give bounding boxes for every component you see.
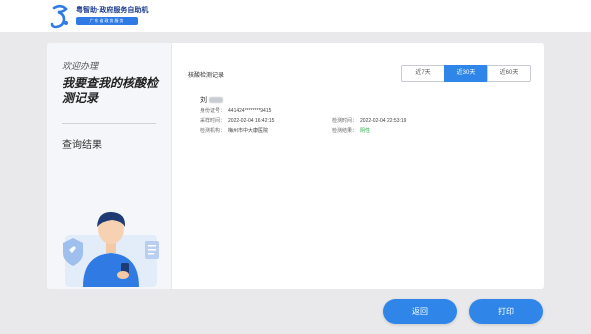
date-range-filter: 近7天 近30天 近60天	[401, 65, 531, 82]
sidebar: 欢迎办理 我要查我的核酸检测记录 查询结果	[47, 43, 172, 289]
sample-time-row: 采样时间： 2022-02-04 16:42:15	[200, 117, 274, 124]
org-label: 检测机构：	[200, 128, 226, 134]
result-label: 检测结果：	[332, 128, 358, 134]
test-record: 刘 身份证号： 441424********9415 采样时间： 2022-02-0…	[200, 95, 520, 155]
id-row: 身份证号： 441424********9415	[200, 107, 271, 114]
record-name-text: 刘	[200, 97, 207, 104]
brand-logo-icon	[50, 4, 68, 29]
top-bar: 粤智助·政府服务自助机 广东省政务服务	[0, 0, 591, 32]
sample-time-value: 2022-02-04 16:42:15	[228, 118, 275, 124]
org-value: 梅州市中大康医院	[228, 128, 269, 134]
id-label: 身份证号：	[200, 108, 226, 114]
welcome-text: 欢迎办理	[62, 61, 99, 71]
filter-60-days[interactable]: 近60天	[487, 65, 531, 82]
record-name: 刘	[200, 95, 223, 105]
step-query-result: 查询结果	[62, 140, 102, 151]
name-redacted	[209, 97, 223, 104]
test-time-row: 检测时间： 2022-02-04 22:53:19	[332, 117, 406, 124]
test-time-value: 2022-02-04 22:53:19	[360, 118, 407, 124]
back-button[interactable]: 返回	[383, 299, 457, 324]
filter-30-days[interactable]: 近30天	[444, 65, 488, 82]
records-panel: 核酸检测记录 近7天 近30天 近60天 刘 身份证号： 441424******…	[172, 43, 544, 289]
filter-7-days[interactable]: 近7天	[401, 65, 445, 82]
brand-title: 粤智助·政府服务自助机	[76, 7, 149, 14]
result-value: 阴性	[360, 128, 371, 134]
sample-time-label: 采样时间：	[200, 118, 226, 124]
main-card: 欢迎办理 我要查我的核酸检测记录 查询结果 核酸检测记录 近7天 近30天 近6…	[47, 43, 544, 289]
service-person-illustration	[63, 211, 159, 287]
sidebar-divider	[62, 123, 156, 124]
org-row: 检测机构： 梅州市中大康医院	[200, 127, 268, 134]
id-value: 441424********9415	[228, 108, 272, 114]
print-button[interactable]: 打印	[469, 299, 543, 324]
page-title: 我要查我的核酸检测记录	[62, 76, 159, 105]
result-row: 检测结果： 阴性	[332, 127, 370, 134]
brand-subtitle: 广东省政务服务	[76, 17, 138, 25]
test-time-label: 检测时间：	[332, 118, 358, 124]
records-title: 核酸检测记录	[188, 73, 225, 79]
